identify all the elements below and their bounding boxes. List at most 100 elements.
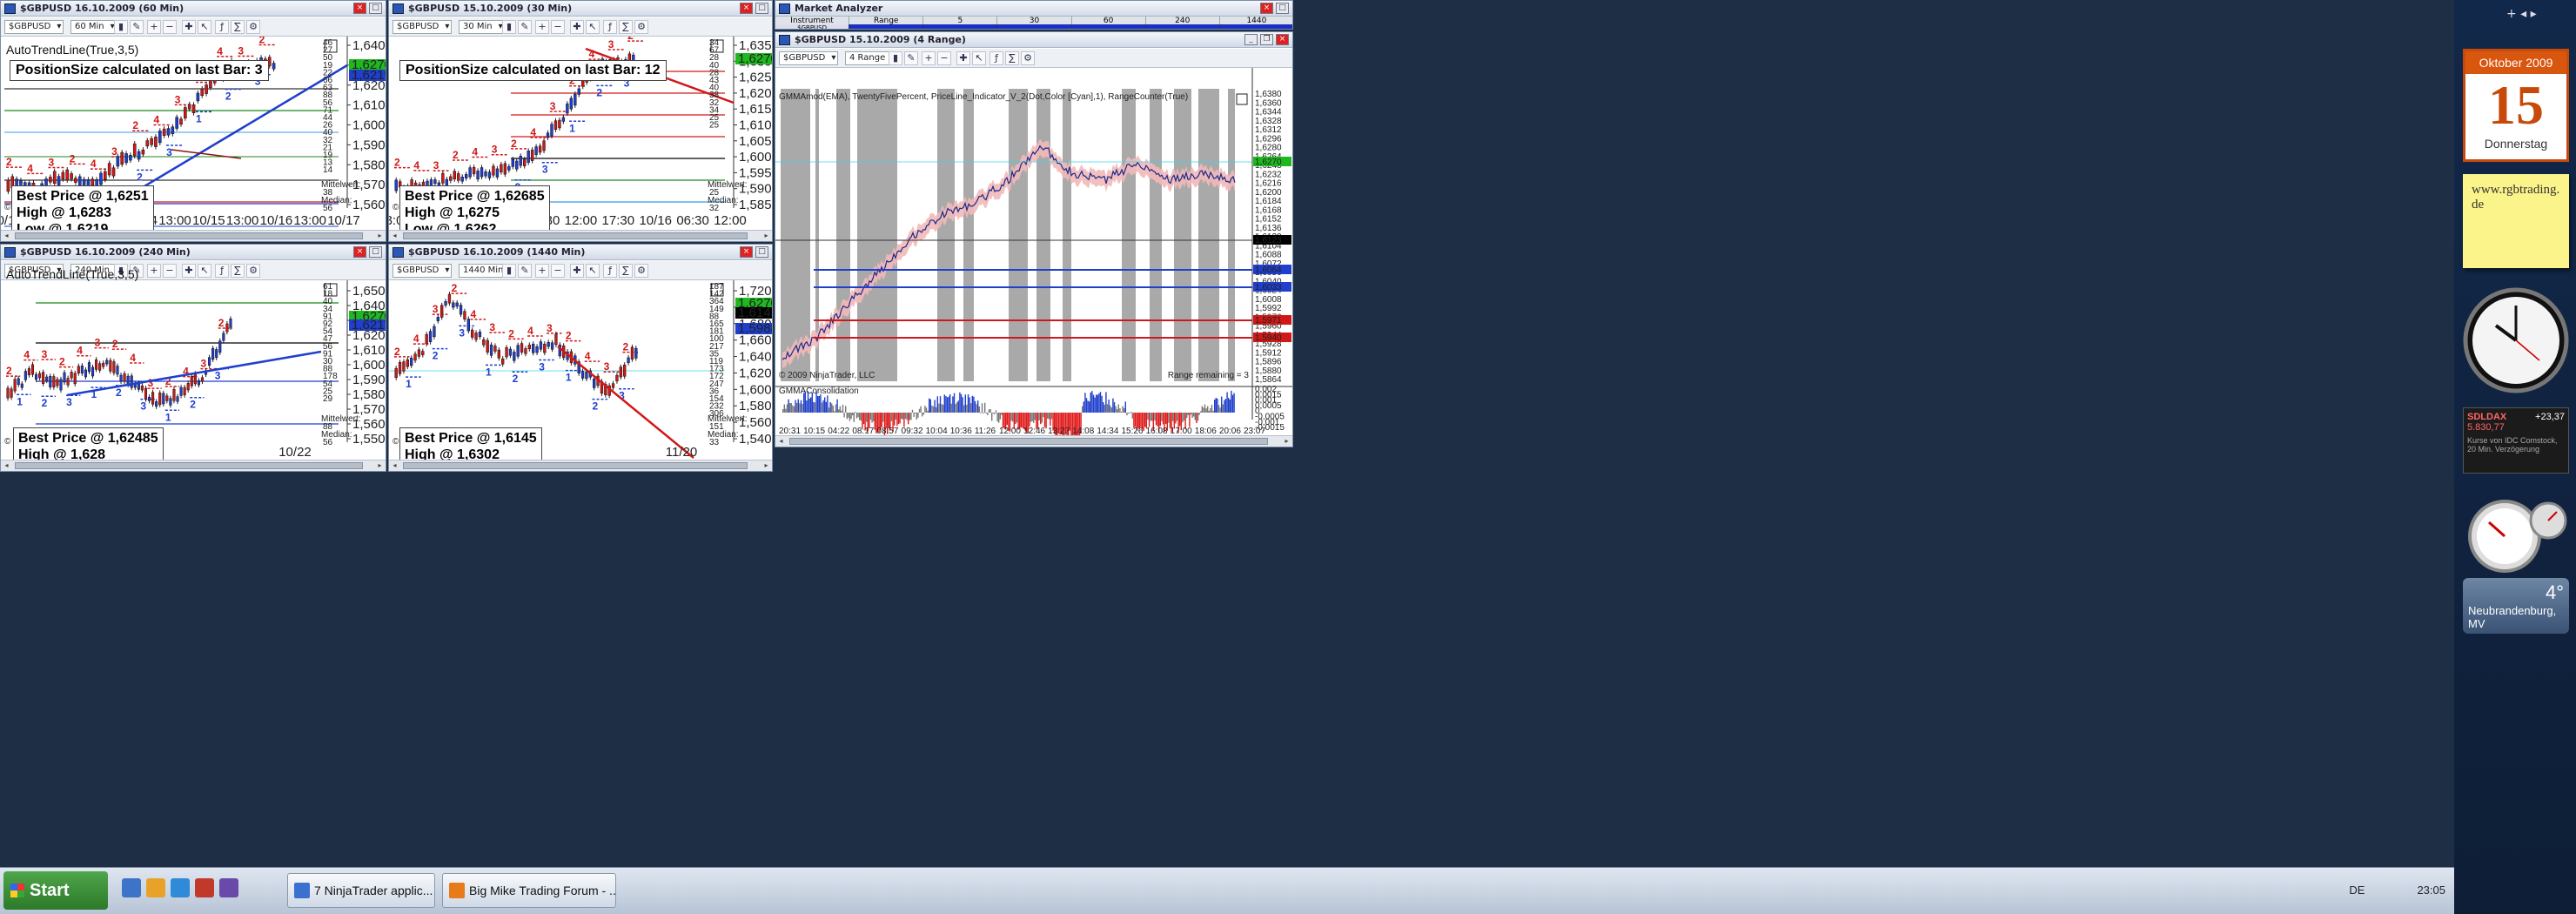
horizontal-scrollbar[interactable]: ◂ ▸	[1, 230, 386, 241]
horizontal-scrollbar[interactable]: ◂ ▸	[389, 230, 772, 241]
zoom-in-icon[interactable]: +	[147, 264, 161, 278]
properties-icon[interactable]: ⚙	[1021, 51, 1035, 65]
market-analyzer-row[interactable]: $GBPUSD	[775, 24, 1292, 29]
indicators-icon[interactable]: ƒ	[215, 20, 229, 34]
draw-tool-icon[interactable]: ✎	[904, 51, 918, 65]
stock-gadget[interactable]: SDLDAX +23,37 5.830,77 Kurse von IDC Com…	[2463, 407, 2569, 474]
strategies-icon[interactable]: ∑	[1005, 51, 1019, 65]
horizontal-scrollbar[interactable]: ◂ ▸	[1, 460, 386, 471]
indicators-icon[interactable]: ƒ	[603, 264, 617, 278]
instrument-select[interactable]: $GBPUSD	[392, 20, 453, 34]
media-icon[interactable]	[195, 878, 214, 897]
strategies-icon[interactable]: ∑	[619, 264, 633, 278]
maximize-button[interactable]: □	[755, 3, 768, 14]
properties-icon[interactable]: ⚙	[634, 20, 648, 34]
maximize-button[interactable]: □	[369, 3, 382, 14]
instrument-select[interactable]: $GBPUSD	[779, 51, 839, 65]
close-button[interactable]: ×	[740, 246, 753, 258]
crosshair-icon[interactable]: ✚	[956, 51, 970, 65]
show-desktop-icon[interactable]	[122, 878, 141, 897]
zoom-in-icon[interactable]: +	[922, 51, 936, 65]
pointer-icon[interactable]: ↖	[586, 264, 600, 278]
properties-icon[interactable]: ⚙	[246, 20, 260, 34]
start-button[interactable]: Start	[3, 871, 108, 910]
maximize-button[interactable]: □	[1276, 3, 1289, 14]
cpu-meter-gadget[interactable]	[2463, 484, 2569, 580]
interval-select[interactable]: 30 Min	[459, 20, 506, 34]
sidebar-controls[interactable]: + ◂ ▸	[2506, 7, 2537, 21]
candle-body	[155, 401, 158, 407]
maximize-button[interactable]: □	[369, 246, 382, 258]
window-title-bar[interactable]: $GBPUSD 15.10.2009 (30 Min) × □	[389, 1, 772, 17]
strategies-icon[interactable]: ∑	[231, 264, 245, 278]
weather-gadget[interactable]: 4° Neubrandenburg, MV	[2463, 578, 2569, 634]
draw-tool-icon[interactable]: ✎	[518, 20, 532, 34]
taskbar-item-ninjatrader[interactable]: 7 NinjaTrader applic...	[287, 873, 435, 908]
close-button[interactable]: ×	[1260, 3, 1273, 14]
bar-type-icon[interactable]: ▮	[889, 51, 902, 65]
crosshair-icon[interactable]: ✚	[182, 20, 196, 34]
window-title-bar[interactable]: $GBPUSD 16.10.2009 (240 Min) × □	[1, 245, 386, 260]
zoom-out-icon[interactable]: −	[551, 264, 565, 278]
interval-select[interactable]: 60 Min	[70, 20, 117, 34]
window-title-bar[interactable]: Market Analyzer × □	[775, 1, 1292, 17]
zoom-out-icon[interactable]: −	[163, 20, 177, 34]
maximize-button[interactable]: □	[755, 246, 768, 258]
market-analyzer-window[interactable]: Market Analyzer × □ Instrument Range 5 30 60 2…	[775, 0, 1293, 30]
pointer-icon[interactable]: ↖	[198, 264, 211, 278]
indicators-icon[interactable]: ƒ	[215, 264, 229, 278]
chart-window-1440min[interactable]: $GBPUSD 16.10.2009 (1440 Min) × □ $GBPUSD…	[388, 244, 773, 472]
zoom-out-icon[interactable]: −	[163, 264, 177, 278]
bar-type-icon[interactable]: ▮	[502, 264, 516, 278]
clock[interactable]: 23:05	[2417, 884, 2445, 897]
close-button[interactable]: ×	[1276, 34, 1289, 45]
horizontal-scrollbar[interactable]: ◂ ▸	[775, 435, 1292, 447]
close-button[interactable]: ×	[740, 3, 753, 14]
chart-window-30min[interactable]: $GBPUSD 15.10.2009 (30 Min) ×□ $GBPUSD 3…	[388, 0, 773, 242]
properties-icon[interactable]: ⚙	[246, 264, 260, 278]
chart-window-240min[interactable]: $GBPUSD 16.10.2009 (240 Min) × □ $GBPUSD …	[0, 244, 386, 472]
chart-window-60min[interactable]: $GBPUSD 16.10.2009 (60 Min) ×□ $GBPUSD 6…	[0, 0, 386, 242]
crosshair-icon[interactable]: ✚	[570, 264, 584, 278]
range-price-chart[interactable]: 1,63801,63601,63441,63281,63121,62961,62…	[775, 68, 1293, 437]
window-title-bar[interactable]: $GBPUSD 15.10.2009 (4 Range) _ ❐ ×	[775, 32, 1292, 48]
minimize-button[interactable]: _	[1244, 34, 1258, 45]
zoom-in-icon[interactable]: +	[535, 264, 549, 278]
draw-tool-icon[interactable]: ✎	[518, 264, 532, 278]
app-launcher-icon[interactable]	[219, 878, 238, 897]
crosshair-icon[interactable]: ✚	[182, 264, 196, 278]
range-chart-window[interactable]: $GBPUSD 15.10.2009 (4 Range) _ ❐ × $GBPUSD…	[775, 31, 1293, 447]
draw-tool-icon[interactable]: ✎	[130, 20, 144, 34]
zoom-out-icon[interactable]: −	[551, 20, 565, 34]
close-button[interactable]: ×	[353, 246, 366, 258]
instrument-select[interactable]: $GBPUSD	[4, 20, 64, 34]
horizontal-scrollbar[interactable]: ◂ ▸	[389, 460, 772, 471]
calendar-gadget[interactable]: Oktober 2009 15 Donnerstag	[2463, 49, 2569, 162]
taskbar-item-forum[interactable]: Big Mike Trading Forum - ...	[442, 873, 616, 908]
indicators-icon[interactable]: ƒ	[989, 51, 1003, 65]
bar-type-icon[interactable]: ▮	[502, 20, 516, 34]
pointer-icon[interactable]: ↖	[972, 51, 986, 65]
clock-gadget[interactable]	[2463, 284, 2569, 397]
histogram-bar	[950, 403, 952, 413]
strategies-icon[interactable]: ∑	[619, 20, 633, 34]
zoom-in-icon[interactable]: +	[147, 20, 161, 34]
properties-icon[interactable]: ⚙	[634, 264, 648, 278]
close-button[interactable]: ×	[353, 3, 366, 14]
indicators-icon[interactable]: ƒ	[603, 20, 617, 34]
crosshair-icon[interactable]: ✚	[570, 20, 584, 34]
explorer-icon[interactable]	[146, 878, 165, 897]
zoom-in-icon[interactable]: +	[535, 20, 549, 34]
bar-type-icon[interactable]: ▮	[114, 20, 128, 34]
pointer-icon[interactable]: ↖	[198, 20, 211, 34]
browser-icon[interactable]	[171, 878, 190, 897]
instrument-select[interactable]: $GBPUSD	[392, 264, 453, 278]
sticky-note-gadget[interactable]: www.rgbtrading.de	[2463, 174, 2569, 268]
strategies-icon[interactable]: ∑	[231, 20, 245, 34]
pointer-icon[interactable]: ↖	[586, 20, 600, 34]
window-title-bar[interactable]: $GBPUSD 16.10.2009 (1440 Min) × □	[389, 245, 772, 260]
window-title-bar[interactable]: $GBPUSD 16.10.2009 (60 Min) × □	[1, 1, 386, 17]
restore-button[interactable]: ❐	[1260, 34, 1273, 45]
language-indicator[interactable]: DE	[2349, 884, 2365, 897]
zoom-out-icon[interactable]: −	[937, 51, 951, 65]
